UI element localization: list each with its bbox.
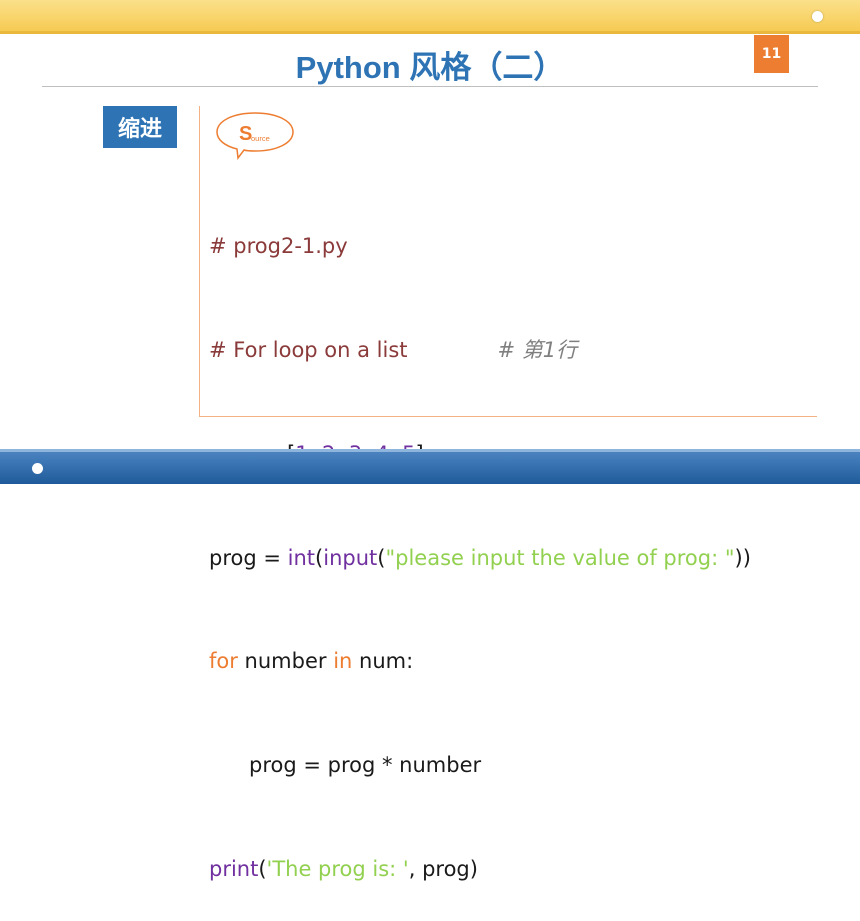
code-string: "please input the value of prog: " <box>385 545 735 570</box>
code-builtin: print <box>209 856 259 881</box>
code-text: prog = prog * number <box>249 753 482 778</box>
code-text: number <box>237 649 334 674</box>
page-number-badge: 11 <box>754 35 789 73</box>
code-text: ( <box>258 856 267 881</box>
section-label: 缩进 <box>103 106 177 148</box>
page-title: Python 风格（二） <box>295 50 565 85</box>
code-comment: # prog2-1.py <box>209 234 348 259</box>
title-divider <box>42 86 818 87</box>
code-line-4: prog = int(input("please input the value… <box>209 541 751 576</box>
bottom-decor-band <box>0 449 860 484</box>
bottom-dot-icon <box>32 463 43 474</box>
code-text: , prog) <box>408 856 478 881</box>
source-bubble-word: ource <box>251 134 270 143</box>
code-keyword: for <box>209 649 238 674</box>
code-text: ( <box>377 545 386 570</box>
code-comment: # For loop on a list <box>209 337 408 362</box>
code-text: prog = <box>209 545 288 570</box>
source-bubble-icon: S ource <box>216 112 294 160</box>
code-line-5: for number in num: <box>209 644 751 679</box>
code-line-7: print('The prog is: ', prog) <box>209 852 751 887</box>
code-builtin: input <box>323 545 378 570</box>
code-line-6: prog = prog * number <box>209 748 751 783</box>
code-line-1: # prog2-1.py <box>209 229 751 264</box>
code-string: 'The prog is: ' <box>266 856 409 881</box>
top-dot-icon <box>812 11 823 22</box>
code-line-2: # For loop on a list # 第1行 <box>209 333 751 368</box>
top-decor-band <box>0 0 860 34</box>
code-builtin: int <box>287 545 316 570</box>
code-text: )) <box>734 545 751 570</box>
code-line-note: # 第1行 <box>497 337 578 362</box>
code-text: num: <box>352 649 414 674</box>
code-keyword: in <box>333 649 353 674</box>
code-block: # prog2-1.py # For loop on a list # 第1行 n… <box>209 160 751 921</box>
code-text: ( <box>315 545 324 570</box>
